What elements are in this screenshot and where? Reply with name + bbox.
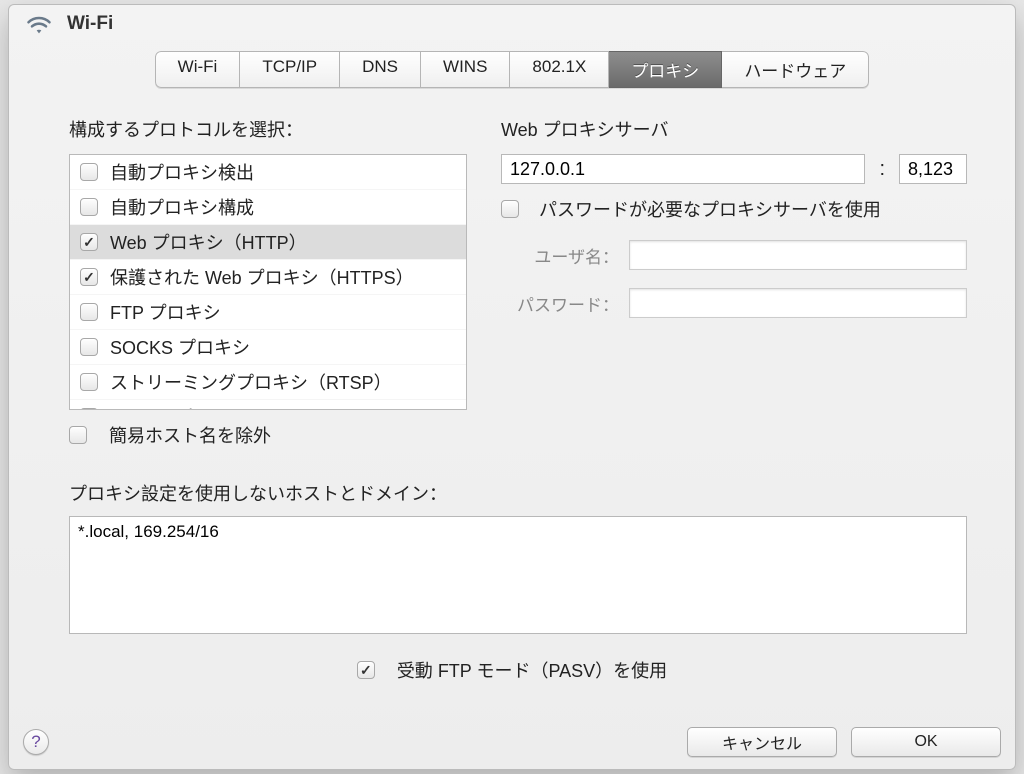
protocol-list[interactable]: 自動プロキシ検出自動プロキシ構成 Web プロキシ（HTTP） 保護された Web … [69,154,467,410]
password-label: パスワード： [501,291,629,316]
tab-1[interactable]: TCP/IP [240,51,340,88]
requires-password-checkbox[interactable] [501,200,519,218]
protocol-row[interactable]: 自動プロキシ検出 [70,155,466,190]
protocol-row[interactable]: FTP プロキシ [70,295,466,330]
protocol-row[interactable]: SOCKS プロキシ [70,330,466,365]
tab-5[interactable]: プロキシ [609,51,722,88]
protocols-heading: 構成するプロトコルを選択： [69,116,467,142]
protocol-row[interactable]: Gopher プロキシ [70,400,466,410]
username-input[interactable] [629,240,967,270]
protocol-label: SOCKS プロキシ [110,334,250,360]
protocol-checkbox[interactable] [80,268,98,286]
tab-2[interactable]: DNS [340,51,421,88]
protocol-checkbox[interactable] [80,163,98,181]
exclude-simple-hostnames-label: 簡易ホスト名を除外 [109,422,271,448]
protocol-checkbox[interactable] [80,373,98,391]
exclude-simple-hostnames-checkbox[interactable] [69,426,87,444]
proxy-port-input[interactable] [899,154,967,184]
proxy-settings-sheet: Wi-Fi Wi-FiTCP/IPDNSWINS802.1Xプロキシハードウェア… [8,4,1016,770]
protocol-checkbox[interactable] [80,303,98,321]
protocol-label: ストリーミングプロキシ（RTSP） [110,369,392,395]
cancel-button[interactable]: キャンセル [687,727,837,757]
proxy-host-input[interactable] [501,154,865,184]
password-input[interactable] [629,288,967,318]
tab-0[interactable]: Wi-Fi [155,51,241,88]
tab-3[interactable]: WINS [421,51,510,88]
protocol-label: Web プロキシ（HTTP） [110,229,307,255]
protocol-row[interactable]: Web プロキシ（HTTP） [70,225,466,260]
wifi-icon [25,13,53,35]
protocol-label: 自動プロキシ構成 [110,194,254,220]
tab-4[interactable]: 802.1X [510,51,609,88]
protocol-label: Gopher プロキシ [110,404,247,410]
proxy-server-heading: Web プロキシサーバ [501,116,967,142]
protocol-label: 自動プロキシ検出 [110,159,254,185]
bypass-textarea[interactable] [69,516,967,634]
protocol-row[interactable]: 保護された Web プロキシ（HTTPS） [70,260,466,295]
ok-button[interactable]: OK [851,727,1001,757]
protocol-row[interactable]: 自動プロキシ構成 [70,190,466,225]
protocol-label: FTP プロキシ [110,299,221,325]
passive-ftp-label: 受動 FTP モード（PASV）を使用 [397,657,667,683]
protocol-checkbox[interactable] [80,233,98,251]
sheet-title: Wi-Fi [67,13,113,35]
help-button[interactable]: ? [23,729,49,755]
passive-ftp-checkbox[interactable] [357,661,375,679]
protocol-checkbox[interactable] [80,198,98,216]
tab-6[interactable]: ハードウェア [722,51,869,88]
sheet-titlebar: Wi-Fi [9,5,1015,41]
protocol-row[interactable]: ストリーミングプロキシ（RTSP） [70,365,466,400]
requires-password-label: パスワードが必要なプロキシサーバを使用 [539,196,881,222]
protocol-label: 保護された Web プロキシ（HTTPS） [110,264,414,290]
username-label: ユーザ名： [501,243,629,268]
tab-bar: Wi-FiTCP/IPDNSWINS802.1Xプロキシハードウェア [9,51,1015,88]
protocol-checkbox[interactable] [80,338,98,356]
host-port-separator: : [875,158,889,181]
protocol-checkbox[interactable] [80,408,98,410]
bypass-label: プロキシ設定を使用しないホストとドメイン： [69,480,967,506]
